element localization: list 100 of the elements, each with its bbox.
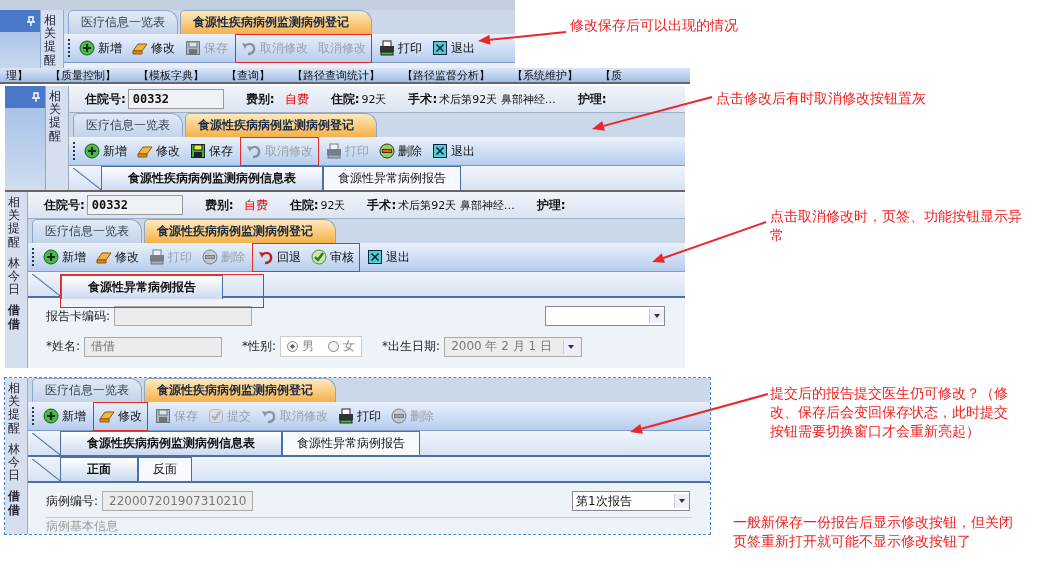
tab[interactable]: 食源性疾病病例监测病例登记 bbox=[185, 113, 377, 137]
floppy-icon bbox=[185, 40, 201, 56]
info-field: 00332 bbox=[86, 195, 183, 215]
plus-circle-icon bbox=[43, 408, 59, 424]
radio-button[interactable] bbox=[287, 341, 299, 352]
side-tab[interactable]: 相关提醒 bbox=[8, 196, 20, 249]
toolbar-button[interactable]: 修改 bbox=[93, 246, 142, 268]
menu-item[interactable]: 【路径查询统计】 bbox=[292, 68, 380, 82]
tab[interactable]: 食源性异常病例报告 bbox=[323, 166, 461, 190]
toolbar-button[interactable]: 新增 bbox=[40, 246, 89, 268]
toolbar-button[interactable]: 新增 bbox=[81, 140, 130, 162]
toolbar-button[interactable]: 修改 bbox=[134, 140, 183, 162]
side-tab[interactable]: 借借 bbox=[8, 304, 20, 331]
menu-item[interactable]: 【质量控制】 bbox=[50, 68, 116, 82]
tab[interactable]: 医疗信息一览表 bbox=[73, 113, 183, 137]
menu-item[interactable]: 【系统维护】 bbox=[512, 68, 578, 82]
menu-item[interactable]: 理】 bbox=[6, 68, 28, 82]
undo-arrow-icon bbox=[246, 143, 262, 159]
close-box-icon bbox=[432, 40, 448, 56]
toolbar-button[interactable]: 打印 bbox=[376, 37, 425, 59]
toolbar-button[interactable]: 删除 bbox=[376, 140, 425, 162]
undo-arrow-icon bbox=[261, 408, 277, 424]
floppy-icon bbox=[190, 143, 206, 159]
side-tab[interactable]: 林今日 bbox=[8, 256, 20, 297]
field-label: *性别: bbox=[242, 338, 277, 355]
plus-circle-icon bbox=[79, 40, 95, 56]
info-label: 住院号: bbox=[85, 90, 126, 108]
tab[interactable]: 食源性异常病例报告 bbox=[61, 275, 223, 299]
side-tab[interactable]: 林今日 bbox=[8, 442, 20, 483]
toolbar-button[interactable]: 退出 bbox=[429, 140, 478, 162]
info-label: 护理: bbox=[577, 90, 607, 108]
group-title: 病例基本信息 bbox=[46, 518, 118, 534]
printer-icon bbox=[149, 249, 165, 265]
tab[interactable]: 食源性疾病病例监测病例登记 bbox=[180, 10, 372, 34]
plus-circle-icon bbox=[43, 249, 59, 265]
eraser-icon bbox=[132, 40, 148, 56]
info-label: 手术: bbox=[408, 90, 438, 108]
menu-item[interactable]: 【查询】 bbox=[226, 68, 270, 82]
menu-item[interactable]: 【路径监督分析】 bbox=[402, 68, 490, 82]
info-value: 自费 bbox=[284, 90, 309, 108]
tab-edge bbox=[73, 168, 101, 190]
tab[interactable]: 食源性疾病病例监测病例信息表 bbox=[101, 166, 323, 190]
tab[interactable]: 医疗信息一览表 bbox=[32, 378, 142, 402]
info-label: 住院号: bbox=[44, 196, 85, 214]
dropdown[interactable]: 第1次报告 bbox=[572, 491, 690, 511]
annotation-text: 点击修改后有时取消修改按钮置灰 bbox=[716, 89, 926, 108]
annotation-text: 点击取消修改时，页签、功能按钮显示异常 bbox=[770, 207, 1023, 245]
tab[interactable]: 医疗信息一览表 bbox=[68, 10, 178, 34]
toolbar-button[interactable]: 新增 bbox=[76, 37, 125, 59]
side-tab[interactable]: 相关提醒 bbox=[44, 14, 56, 67]
info-label: 住院: bbox=[330, 90, 360, 108]
pin-icon[interactable] bbox=[31, 92, 41, 102]
info-value: 术后第92天 鼻部神经… bbox=[439, 91, 556, 107]
info-field: 00332 bbox=[127, 89, 224, 109]
field-label: 病例编号: bbox=[46, 492, 99, 510]
info-value: 92天 bbox=[320, 197, 346, 213]
toolbar-button[interactable]: 修改 bbox=[96, 405, 145, 427]
tab[interactable]: 反面 bbox=[138, 457, 192, 481]
tab[interactable]: 食源性疾病病例监测病例登记 bbox=[144, 219, 336, 243]
minus-circle-icon bbox=[391, 408, 407, 424]
toolbar-button[interactable]: 保存 bbox=[187, 140, 236, 162]
tab[interactable]: 食源性异常病例报告 bbox=[282, 431, 420, 455]
toolbar-button[interactable]: 退出 bbox=[429, 37, 478, 59]
caret-icon bbox=[567, 342, 576, 351]
info-label: 手术: bbox=[367, 196, 397, 214]
printer-icon bbox=[326, 143, 342, 159]
tab[interactable]: 食源性疾病病例监测病例信息表 bbox=[60, 431, 282, 455]
floppy-icon bbox=[155, 408, 171, 424]
toolbar-button[interactable]: 修改 bbox=[129, 37, 178, 59]
menu-item[interactable]: 【模板字典】 bbox=[138, 68, 204, 82]
toolbar-button[interactable]: 新增 bbox=[40, 405, 89, 427]
info-label: 费别: bbox=[245, 90, 275, 108]
side-tab[interactable]: 借借 bbox=[8, 490, 20, 517]
tab[interactable]: 食源性疾病病例监测病例登记 bbox=[144, 378, 336, 402]
eraser-icon bbox=[96, 249, 112, 265]
tab[interactable]: 正面 bbox=[60, 457, 138, 481]
close-box-icon bbox=[432, 143, 448, 159]
toolbar-button[interactable]: 回退 bbox=[255, 246, 304, 268]
side-tab[interactable]: 相关提醒 bbox=[8, 382, 20, 435]
pin-icon[interactable] bbox=[26, 16, 36, 26]
tab-edge bbox=[32, 459, 60, 481]
toolbar-button[interactable]: 退出 bbox=[364, 246, 413, 268]
info-value: 自费 bbox=[243, 196, 268, 214]
field-label: *出生日期: bbox=[382, 338, 441, 355]
info-value: 术后第92天 鼻部神经… bbox=[398, 197, 515, 213]
tab-edge bbox=[32, 433, 60, 455]
caret-icon bbox=[653, 312, 661, 320]
menu-item[interactable]: 【质 bbox=[600, 68, 622, 82]
side-tab[interactable]: 相关提醒 bbox=[49, 90, 61, 143]
tab[interactable]: 医疗信息一览表 bbox=[32, 219, 142, 243]
annotation-text: 提交后的报告提交医生仍可修改？（修改、保存后会变回保存状态，此时提交按钮需要切换窗口才会重新亮起） bbox=[770, 384, 1009, 441]
field-label: *姓名: bbox=[46, 338, 81, 355]
toolbar-button[interactable]: 打印 bbox=[335, 405, 384, 427]
eraser-icon bbox=[137, 143, 153, 159]
toolbar-button[interactable]: 审核 bbox=[308, 246, 357, 268]
minus-circle-icon bbox=[379, 143, 395, 159]
dropdown[interactable] bbox=[545, 306, 665, 326]
radio-button[interactable] bbox=[328, 341, 340, 352]
eraser-icon bbox=[99, 408, 115, 424]
minus-circle-icon bbox=[202, 249, 218, 265]
